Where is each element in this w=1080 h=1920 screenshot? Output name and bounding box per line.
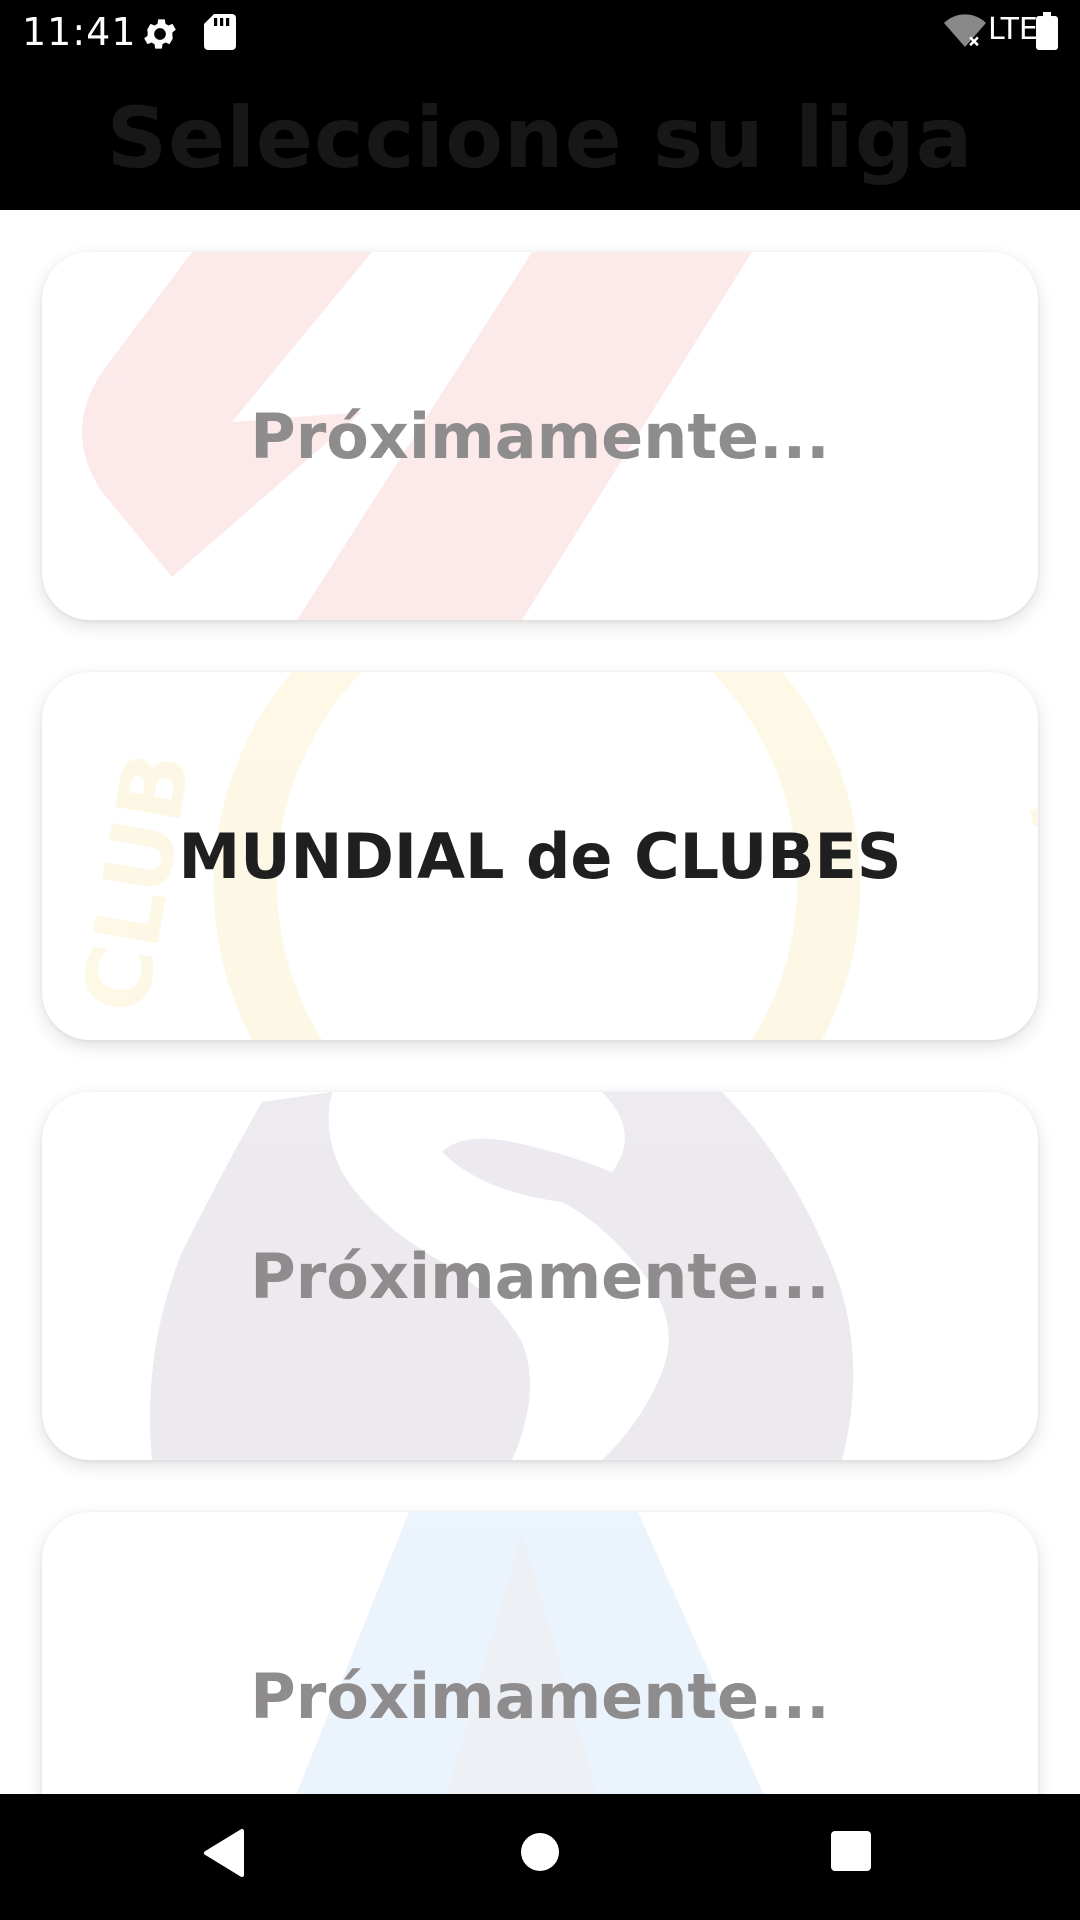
league-card[interactable]: Próximamente...: [42, 1512, 1038, 1794]
league-card-mundial-de-clubes[interactable]: CLUB P 25 MUNDIAL de CLUBES: [42, 672, 1038, 1040]
gear-icon: [140, 14, 180, 59]
sd-card-icon: [204, 14, 236, 55]
network-type-label: LTE: [988, 12, 1038, 47]
navigation-bar: [0, 1794, 1080, 1920]
league-card-label: Próximamente...: [250, 399, 830, 473]
league-card-label: MUNDIAL de CLUBES: [178, 819, 902, 893]
battery-icon: [1036, 12, 1058, 55]
screen: 11:41 LTE Seleccione su liga Próximament…: [0, 0, 1080, 1920]
back-icon[interactable]: [200, 1827, 246, 1884]
network-type: LTE: [988, 12, 1038, 47]
wifi-off-icon: [944, 14, 986, 55]
league-list: Próximamente... CLUB P 25 MUNDIAL de CLU…: [0, 210, 1080, 1794]
league-card-label: Próximamente...: [250, 1239, 830, 1313]
home-icon[interactable]: [520, 1832, 560, 1877]
status-bar: 11:41 LTE: [0, 0, 1080, 63]
league-card-label: Próximamente...: [250, 1659, 830, 1733]
status-time: 11:41: [22, 10, 137, 54]
recents-icon[interactable]: [830, 1830, 872, 1877]
page-title: Seleccione su liga: [106, 89, 974, 187]
league-card[interactable]: Próximamente...: [42, 252, 1038, 620]
app-header: Seleccione su liga: [0, 63, 1080, 210]
league-card[interactable]: Próximamente...: [42, 1092, 1038, 1460]
